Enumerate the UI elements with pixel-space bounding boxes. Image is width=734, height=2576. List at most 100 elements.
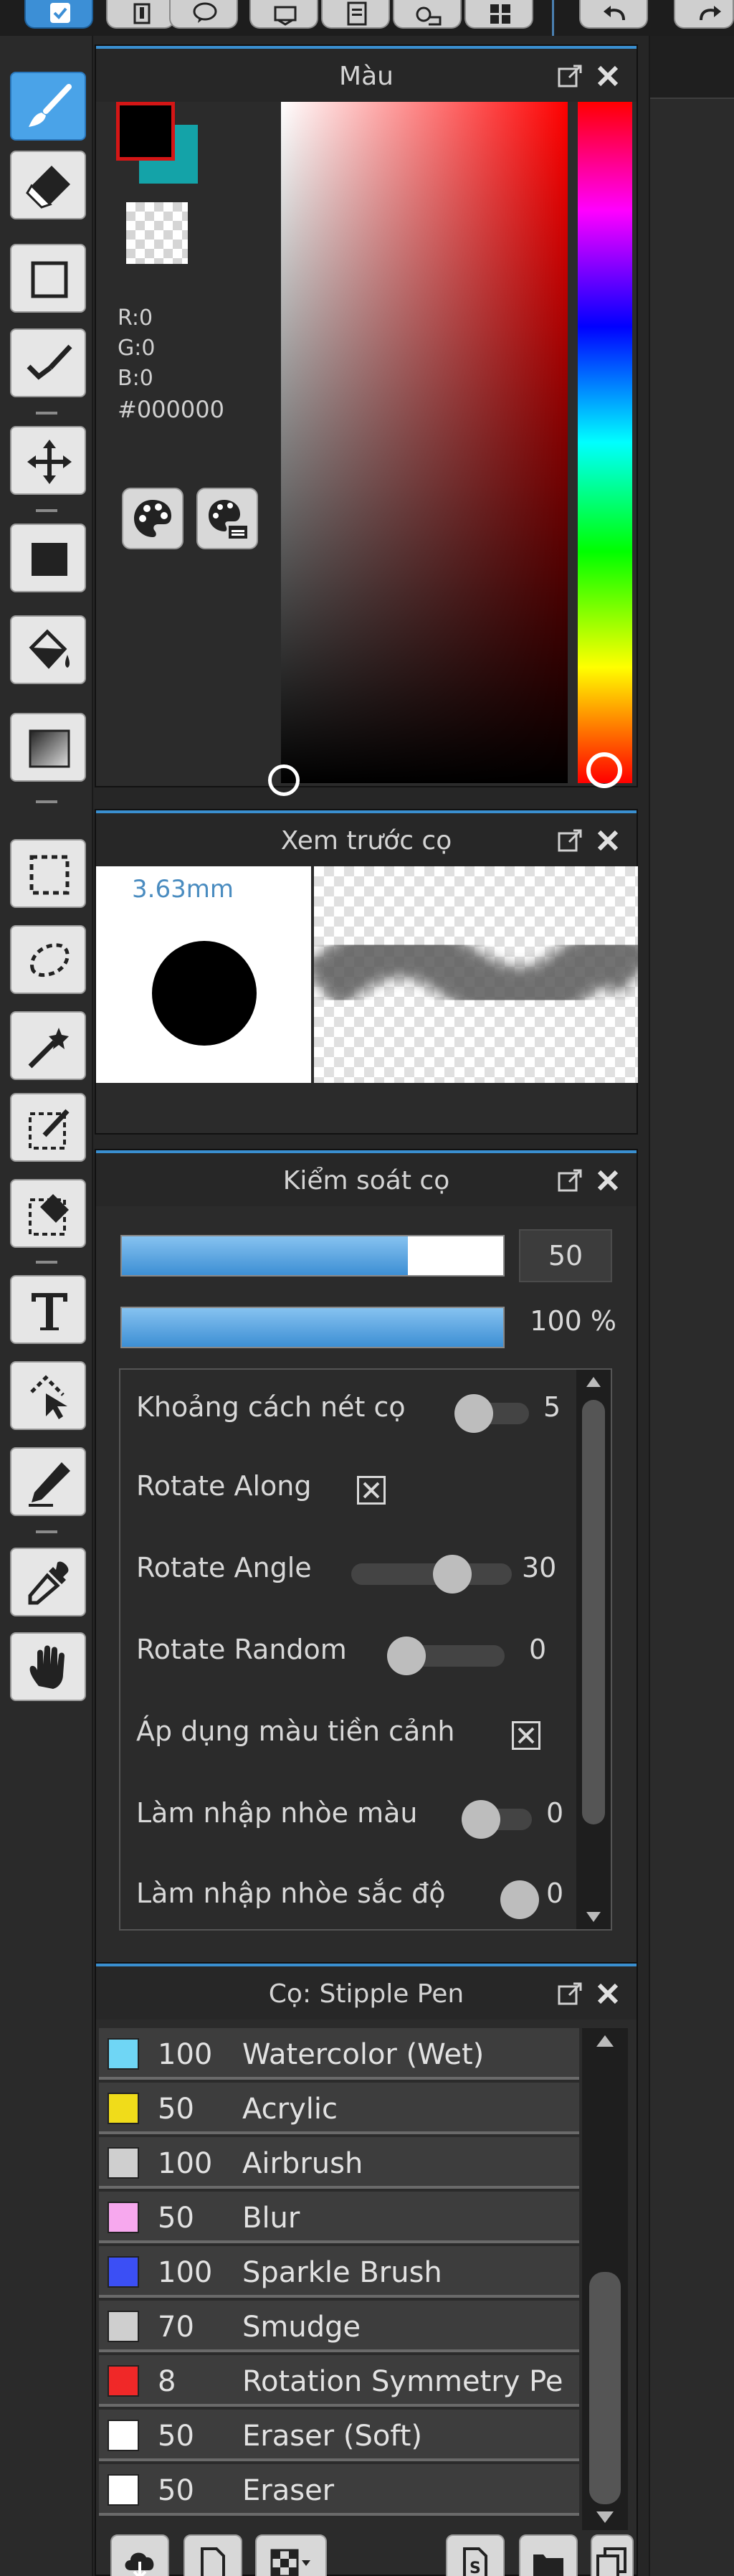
- list-item[interactable]: 50 Blur: [99, 2192, 579, 2243]
- brush-script-button[interactable]: S: [446, 2534, 505, 2576]
- green-value: G:0: [118, 336, 156, 361]
- hue-handle[interactable]: [586, 752, 622, 788]
- close-icon[interactable]: [594, 826, 622, 855]
- copy-brush-button[interactable]: [591, 2534, 634, 2576]
- rect-select-tool[interactable]: [10, 839, 86, 908]
- bucket-fill-icon: [29, 629, 70, 669]
- select-pen-icon: [29, 1109, 70, 1150]
- new-brush-button[interactable]: [184, 2534, 242, 2576]
- setting-rotate-along-label: Rotate Along: [136, 1470, 312, 1502]
- list-item[interactable]: 100 Watercolor (Wet): [99, 2028, 579, 2080]
- eraser-tool[interactable]: [10, 151, 86, 219]
- brush-type-dropdown[interactable]: [255, 2534, 327, 2576]
- saturation-value-handle[interactable]: [268, 764, 300, 796]
- settings-scrollbar[interactable]: [576, 1370, 611, 1929]
- bucket-fill-tool[interactable]: [10, 615, 86, 684]
- brush-tool[interactable]: [10, 72, 86, 141]
- fill-rect-icon: [32, 543, 67, 576]
- speech-button[interactable]: [169, 0, 238, 29]
- checkbox-x-icon: [363, 1482, 380, 1499]
- spacing-value: 5: [543, 1391, 561, 1423]
- snap-toggle-button[interactable]: [24, 0, 93, 29]
- gradient-tool[interactable]: [10, 713, 86, 782]
- palette-button[interactable]: [122, 488, 184, 549]
- hand-tool[interactable]: [10, 1632, 86, 1701]
- list-item[interactable]: 70 Smudge: [99, 2301, 579, 2352]
- brush-size-input[interactable]: 50: [519, 1229, 612, 1282]
- tool-separator: [36, 412, 57, 415]
- brush-size: 100: [158, 2147, 213, 2180]
- list-item[interactable]: 50 Eraser: [99, 2464, 579, 2516]
- saturation-value-picker[interactable]: [281, 102, 568, 783]
- undo-button[interactable]: [579, 0, 648, 29]
- redo-button[interactable]: [674, 0, 734, 29]
- hue-slider[interactable]: [578, 102, 632, 783]
- text-tool-icon: [32, 1293, 67, 1330]
- apply-foreground-checkbox[interactable]: [512, 1721, 540, 1750]
- brush-opacity-slider[interactable]: [120, 1307, 505, 1348]
- blend-color-slider-knob[interactable]: [462, 1800, 500, 1839]
- setting-spacing: Khoảng cách nét cọ: [136, 1391, 406, 1434]
- settings-scroll-thumb[interactable]: [582, 1400, 605, 1824]
- operation-tool[interactable]: [10, 1361, 86, 1430]
- eyedropper-tool[interactable]: [10, 1548, 86, 1616]
- brush-control-title: Kiểm soát cọ: [282, 1166, 450, 1195]
- setting-rotate-random-label: Rotate Random: [136, 1634, 347, 1665]
- setting-apply-foreground-label: Áp dụng màu tiền cảnh: [136, 1715, 455, 1747]
- palette-settings-button[interactable]: [196, 488, 258, 549]
- rotate-along-checkbox[interactable]: [357, 1476, 386, 1505]
- brush-name: Eraser (Soft): [242, 2420, 422, 2453]
- lasso-select-tool[interactable]: [10, 925, 86, 994]
- document-button[interactable]: [321, 0, 390, 29]
- brush-list-header: Cọ: Stipple Pen: [96, 1964, 637, 2019]
- brush-color-swatch: [108, 2365, 139, 2397]
- open-folder-button[interactable]: [519, 2534, 578, 2576]
- cloud-brush-button[interactable]: [110, 2534, 169, 2576]
- rectangle-tool[interactable]: [10, 244, 86, 313]
- rotate-random-slider-knob[interactable]: [387, 1637, 426, 1675]
- divide-tool[interactable]: [10, 1447, 86, 1516]
- rotate-angle-slider-track[interactable]: [351, 1563, 512, 1585]
- layer-button[interactable]: [249, 0, 318, 29]
- brush-list-panel: Cọ: Stipple Pen 100 Watercolor (Wet) 50 …: [95, 1962, 638, 2576]
- hex-value: #000000: [118, 396, 224, 423]
- list-item[interactable]: 50 Eraser (Soft): [99, 2410, 579, 2461]
- ruler-button[interactable]: [393, 0, 462, 29]
- brush-list-scrollbar[interactable]: [582, 2028, 628, 2530]
- brush-opacity-value: 100 %: [530, 1305, 616, 1337]
- popout-icon[interactable]: [556, 826, 585, 855]
- spacing-slider-knob[interactable]: [454, 1394, 493, 1433]
- brush-size-slider[interactable]: [120, 1235, 505, 1277]
- hand-tool-icon: [29, 1645, 65, 1689]
- close-icon[interactable]: [594, 1979, 622, 2008]
- list-item[interactable]: 50 Acrylic: [99, 2083, 579, 2134]
- brush-preview-header: Xem trước cọ: [96, 810, 637, 866]
- select-pen-tool[interactable]: [10, 1093, 86, 1162]
- script-file-icon: S: [463, 2547, 487, 2576]
- blend-hue-slider-knob[interactable]: [500, 1880, 539, 1919]
- text-tool[interactable]: [10, 1275, 86, 1344]
- popout-icon[interactable]: [556, 1166, 585, 1195]
- foreground-color-swatch[interactable]: [116, 102, 175, 161]
- list-item[interactable]: 100 Sparkle Brush: [99, 2246, 579, 2298]
- popout-icon[interactable]: [556, 1979, 585, 2008]
- magic-wand-tool[interactable]: [10, 1011, 86, 1080]
- brush-list-scroll-thumb[interactable]: [589, 2272, 621, 2504]
- grid-button[interactable]: [464, 0, 533, 29]
- setting-rotate-angle-label: Rotate Angle: [136, 1552, 312, 1583]
- right-dock-header: [650, 36, 734, 99]
- popout-icon[interactable]: [556, 62, 585, 90]
- list-item[interactable]: 100 Airbrush: [99, 2137, 579, 2189]
- top-toolbar: [0, 0, 734, 36]
- close-icon[interactable]: [594, 1166, 622, 1195]
- trash-button[interactable]: [106, 0, 175, 29]
- check-brush-tool[interactable]: [10, 328, 86, 397]
- brush-color-swatch: [108, 2093, 139, 2124]
- fill-rect-tool[interactable]: [10, 524, 86, 592]
- close-icon[interactable]: [594, 62, 622, 90]
- transparent-color-swatch[interactable]: [126, 202, 188, 264]
- move-tool[interactable]: [10, 426, 86, 495]
- list-item[interactable]: 8 Rotation Symmetry Pe: [99, 2355, 579, 2407]
- select-eraser-tool[interactable]: [10, 1179, 86, 1248]
- rotate-angle-slider-knob[interactable]: [433, 1555, 472, 1594]
